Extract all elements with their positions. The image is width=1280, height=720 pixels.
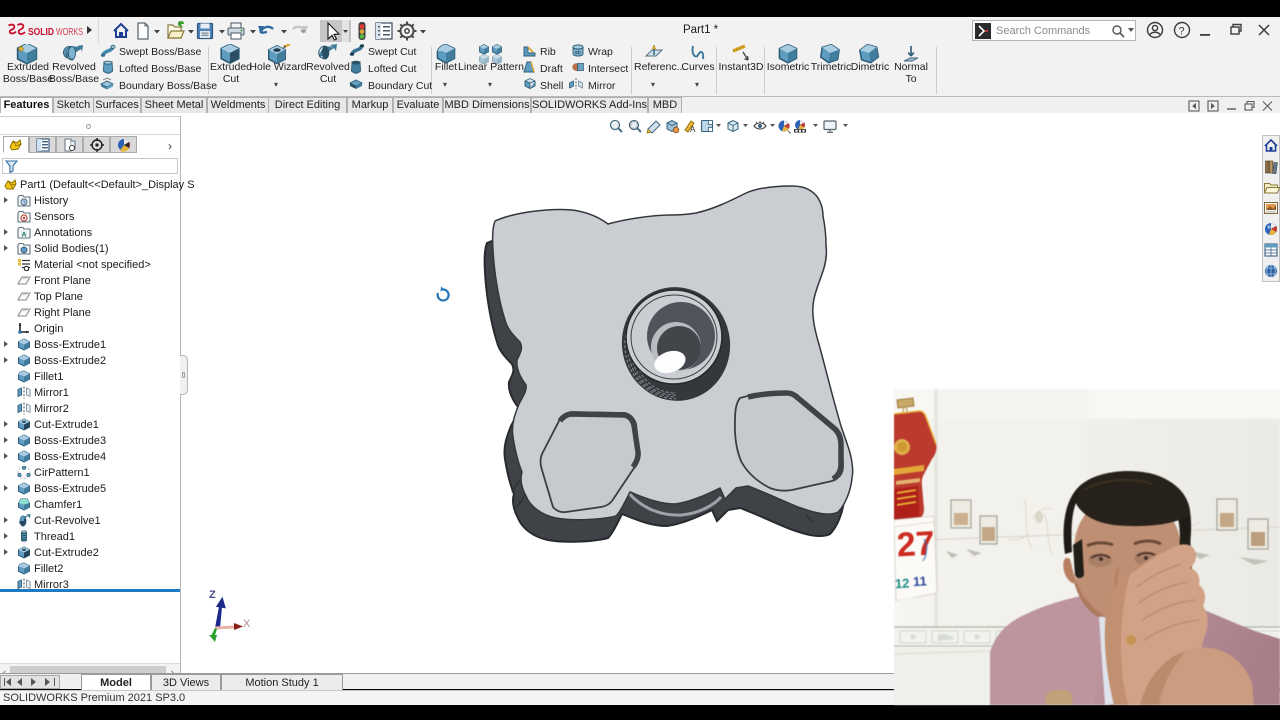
svg-text:ab: ab — [575, 50, 581, 56]
svg-text:A: A — [22, 232, 27, 239]
svg-text:11: 11 — [913, 573, 928, 589]
svg-text:27: 27 — [896, 524, 936, 564]
svg-text:12: 12 — [895, 575, 910, 591]
svg-text:WORKS: WORKS — [56, 26, 83, 38]
svg-text:Z: Z — [209, 589, 216, 601]
svg-text:?: ? — [1179, 26, 1185, 38]
svg-text:A: A — [690, 125, 696, 134]
svg-text:X: X — [243, 618, 251, 630]
svg-text:SOLID: SOLID — [28, 26, 54, 38]
